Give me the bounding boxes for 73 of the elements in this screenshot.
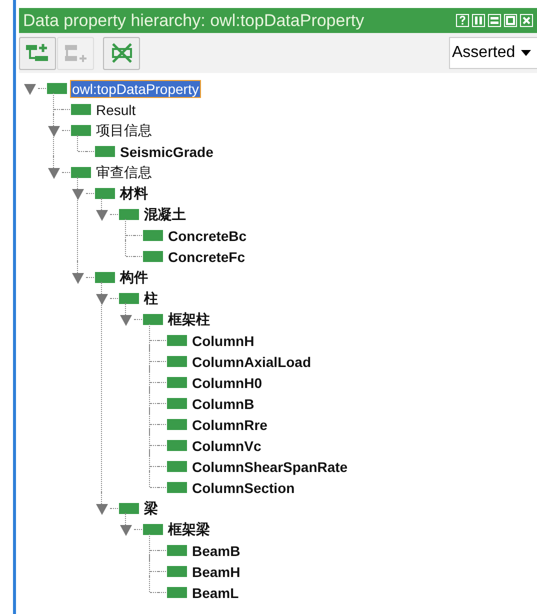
tree-item[interactable]: ColumnSection <box>190 478 297 496</box>
property-icon <box>143 314 163 325</box>
expanded-triangle-icon[interactable] <box>120 314 132 326</box>
sibling-plus-icon <box>64 43 88 63</box>
tree-item[interactable]: ColumnH0 <box>190 374 264 392</box>
tree-item[interactable]: BeamB <box>190 542 242 560</box>
tree-item[interactable]: ConcreteFc <box>166 248 248 266</box>
property-icon <box>167 356 187 367</box>
property-icon <box>167 461 187 472</box>
tree-item[interactable]: 构件 <box>118 268 150 288</box>
property-icon <box>167 440 187 451</box>
property-icon <box>167 335 187 346</box>
tree-item[interactable]: 柱 <box>142 288 160 308</box>
tree-item[interactable]: 材料 <box>118 184 150 204</box>
help-icon[interactable] <box>456 14 469 27</box>
maximize-icon[interactable] <box>504 14 517 27</box>
tree-item[interactable]: ColumnH <box>190 332 256 350</box>
tree-item[interactable]: BeamH <box>190 562 242 580</box>
tree-item[interactable]: ColumnVc <box>190 436 264 454</box>
tree-item[interactable]: 混凝土 <box>142 204 188 224</box>
panel-title: Data property hierarchy: owl:topDataProperty <box>23 10 366 30</box>
property-icon <box>167 398 187 409</box>
property-icon <box>71 104 91 115</box>
property-icon <box>143 251 163 262</box>
tree-item[interactable]: 框架梁 <box>166 520 212 540</box>
tree-item[interactable]: ColumnShearSpanRate <box>190 458 350 476</box>
property-icon <box>47 83 67 94</box>
expanded-triangle-icon[interactable] <box>48 124 60 136</box>
tree-item[interactable]: 梁 <box>142 498 160 518</box>
property-icon <box>167 482 187 493</box>
property-icon <box>71 167 91 178</box>
crossed-out-icon <box>110 43 134 63</box>
property-icon <box>119 503 139 514</box>
caret-icon <box>521 50 532 56</box>
tree-item[interactable]: Result <box>94 100 138 118</box>
property-icon <box>95 146 115 157</box>
tree-item[interactable]: 审查信息 <box>94 162 154 182</box>
property-icon <box>167 587 187 598</box>
property-icon <box>119 293 139 304</box>
expanded-triangle-icon[interactable] <box>96 502 108 514</box>
property-icon <box>95 272 115 283</box>
expanded-triangle-icon[interactable] <box>72 272 84 284</box>
tree-item[interactable]: SeismicGrade <box>118 142 216 160</box>
property-icon <box>167 566 187 577</box>
hierarchy-plus-icon <box>26 43 50 63</box>
view-dropdown[interactable]: Asserted <box>449 37 537 69</box>
tree-item[interactable]: ColumnB <box>190 394 256 412</box>
split-view-icon[interactable] <box>472 14 485 27</box>
tree-item[interactable]: 项目信息 <box>94 120 154 140</box>
property-icon <box>119 209 139 220</box>
expanded-triangle-icon[interactable] <box>48 166 60 178</box>
add-property-button[interactable] <box>19 36 56 70</box>
close-icon[interactable] <box>520 14 533 27</box>
tree-item[interactable]: ConcreteBc <box>166 226 249 244</box>
expanded-triangle-icon[interactable] <box>120 524 132 536</box>
tree-item[interactable]: ColumnAxialLoad <box>190 352 314 370</box>
property-icon <box>167 545 187 556</box>
expanded-triangle-icon[interactable] <box>24 82 36 94</box>
expanded-triangle-icon[interactable] <box>96 292 108 304</box>
property-icon <box>167 419 187 430</box>
expanded-triangle-icon[interactable] <box>96 208 108 220</box>
tree-item[interactable]: ColumnRre <box>190 416 270 434</box>
minimize-icon[interactable] <box>488 14 501 27</box>
property-icon <box>143 230 163 241</box>
delete-button[interactable] <box>103 36 140 70</box>
tree-item[interactable]: 框架柱 <box>166 310 212 330</box>
expanded-triangle-icon[interactable] <box>72 188 84 200</box>
property-icon <box>95 188 115 199</box>
tree-item[interactable]: owl:topDataProperty <box>70 80 201 98</box>
property-icon <box>143 524 163 535</box>
property-icon <box>71 125 91 136</box>
tree-item[interactable]: BeamL <box>190 584 241 602</box>
property-icon <box>167 377 187 388</box>
